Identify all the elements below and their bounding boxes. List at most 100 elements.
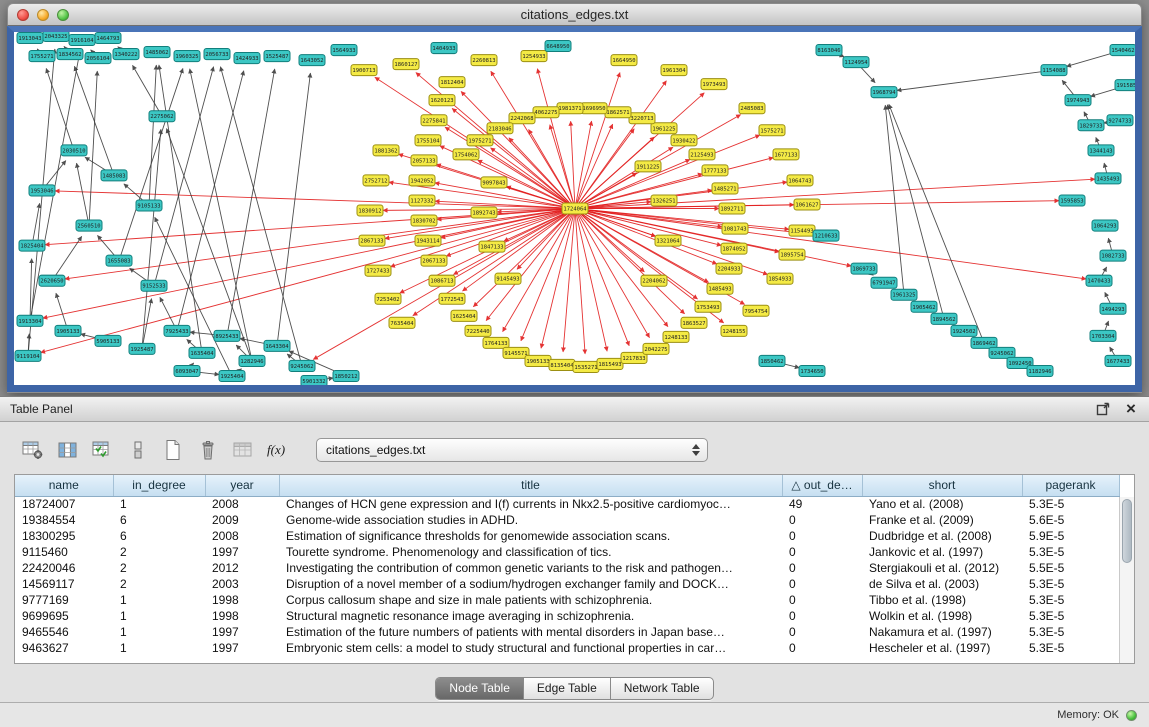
graph-node[interactable]: 1900713 bbox=[351, 65, 377, 76]
table-row[interactable]: 969969511998Structural magnetic resonanc… bbox=[15, 608, 1119, 624]
table-selector-combo[interactable]: citations_edges.txt bbox=[316, 438, 708, 462]
graph-node[interactable]: 5901332 bbox=[301, 375, 327, 385]
graph-node[interactable]: 1485062 bbox=[144, 47, 170, 58]
graph-node[interactable]: 1124954 bbox=[843, 57, 869, 68]
graph-node[interactable]: 1913043 bbox=[17, 33, 43, 44]
graph-node[interactable]: 1620123 bbox=[429, 95, 455, 106]
graph-node[interactable]: 7954754 bbox=[743, 305, 769, 316]
graph-node[interactable]: 2043325 bbox=[43, 32, 69, 42]
column-header-name[interactable]: name bbox=[15, 475, 113, 496]
graph-node[interactable]: 2056104 bbox=[85, 53, 111, 64]
graph-node[interactable]: 1564933 bbox=[331, 45, 357, 56]
graph-node[interactable]: 1862571 bbox=[605, 107, 631, 118]
graph-node[interactable]: 1829733 bbox=[1078, 120, 1104, 131]
graph-node[interactable]: 1874052 bbox=[721, 243, 747, 254]
graph-node[interactable]: 2042275 bbox=[643, 343, 669, 354]
graph-node[interactable]: 1905133 bbox=[55, 325, 81, 336]
graph-node[interactable]: 7225440 bbox=[465, 325, 491, 336]
window-titlebar[interactable]: citations_edges.txt bbox=[7, 3, 1142, 26]
graph-node[interactable]: 1254933 bbox=[521, 51, 547, 62]
graph-node[interactable]: 1953046 bbox=[29, 185, 55, 196]
graph-node[interactable]: 1895754 bbox=[779, 249, 805, 260]
graph-node[interactable]: 9274733 bbox=[1107, 115, 1133, 126]
graph-node[interactable]: 1703304 bbox=[1090, 330, 1116, 341]
graph-node[interactable]: 6093047 bbox=[174, 365, 200, 376]
graph-node[interactable]: 1930422 bbox=[671, 135, 697, 146]
graph-node[interactable]: 9105133 bbox=[136, 200, 162, 211]
column-header-in-degree[interactable]: in_degree bbox=[113, 475, 205, 496]
graph-node[interactable]: 5905133 bbox=[95, 335, 121, 346]
graph-node[interactable]: 1850212 bbox=[333, 370, 359, 381]
graph-node[interactable]: 1961225 bbox=[651, 123, 677, 134]
graph-node[interactable]: 1655083 bbox=[106, 255, 132, 266]
network-canvas[interactable]: 1724064181240416201232275841175510420571… bbox=[14, 32, 1135, 385]
function-builder-button[interactable]: f(x) bbox=[265, 437, 291, 463]
graph-node[interactable]: 9119104 bbox=[15, 350, 41, 361]
graph-node[interactable]: 2867133 bbox=[359, 235, 385, 246]
graph-node[interactable]: 2275841 bbox=[421, 115, 447, 126]
tab-network-table[interactable]: Network Table bbox=[611, 678, 713, 699]
graph-node[interactable]: 1154088 bbox=[1041, 65, 1067, 76]
row-tools-button[interactable] bbox=[125, 437, 151, 463]
graph-node[interactable]: 1424933 bbox=[234, 53, 260, 64]
graph-node[interactable]: 2620650 bbox=[39, 275, 65, 286]
graph-node[interactable]: 7253402 bbox=[375, 293, 401, 304]
graph-node[interactable]: 1830702 bbox=[411, 215, 437, 226]
graph-node[interactable]: 1282946 bbox=[239, 355, 265, 366]
graph-node[interactable]: 1494293 bbox=[1100, 303, 1126, 314]
show-columns-button[interactable] bbox=[55, 437, 81, 463]
graph-node[interactable]: 1815493 bbox=[597, 358, 623, 369]
create-column-button[interactable] bbox=[160, 437, 186, 463]
graph-node[interactable]: 1777133 bbox=[702, 165, 728, 176]
graph-node[interactable]: 2275062 bbox=[149, 111, 175, 122]
table-row[interactable]: 1938455462009Genome-wide association stu… bbox=[15, 512, 1119, 528]
graph-node[interactable]: 1485271 bbox=[712, 183, 738, 194]
graph-node[interactable]: 1595853 bbox=[1059, 195, 1085, 206]
graph-node[interactable]: 1643304 bbox=[264, 340, 290, 351]
graph-node[interactable]: 1734650 bbox=[799, 365, 825, 376]
graph-node[interactable]: 1754062 bbox=[453, 149, 479, 160]
graph-node[interactable]: 1248155 bbox=[721, 325, 747, 336]
graph-node[interactable]: 1625404 bbox=[451, 310, 477, 321]
graph-node[interactable]: 1525487 bbox=[264, 51, 290, 62]
close-window-button[interactable] bbox=[17, 9, 29, 21]
graph-node[interactable]: 1340222 bbox=[113, 49, 139, 60]
graph-node[interactable]: 1540462 bbox=[1110, 45, 1135, 56]
graph-node[interactable]: 1973493 bbox=[701, 79, 727, 90]
graph-node[interactable]: 1968794 bbox=[871, 87, 897, 98]
graph-node[interactable]: 1755271 bbox=[29, 51, 55, 62]
table-row[interactable]: 911546021997Tourette syndrome. Phenomeno… bbox=[15, 544, 1119, 560]
graph-node[interactable]: 1894562 bbox=[931, 313, 957, 324]
table-settings-button[interactable] bbox=[20, 437, 46, 463]
graph-node[interactable]: 1643052 bbox=[299, 55, 325, 66]
graph-node[interactable]: 1635404 bbox=[189, 347, 215, 358]
graph-node[interactable]: 1892711 bbox=[719, 203, 745, 214]
graph-node[interactable]: 1943114 bbox=[415, 235, 441, 246]
graph-node[interactable]: 1905462 bbox=[911, 301, 937, 312]
graph-node[interactable]: 1850462 bbox=[759, 355, 785, 366]
graph-node[interactable]: 7635404 bbox=[389, 317, 415, 328]
graph-node[interactable]: 1664950 bbox=[611, 55, 637, 66]
graph-node[interactable]: 1470433 bbox=[1086, 275, 1112, 286]
graph-node[interactable]: 1942052 bbox=[409, 175, 435, 186]
graph-node[interactable]: 1535271 bbox=[573, 361, 599, 372]
graph-node[interactable]: 7925433 bbox=[164, 325, 190, 336]
graph-node[interactable]: 1248133 bbox=[663, 331, 689, 342]
graph-node[interactable]: 2057133 bbox=[411, 155, 437, 166]
graph-node[interactable]: 1182946 bbox=[1027, 365, 1053, 376]
graph-node[interactable]: 1834562 bbox=[57, 49, 83, 60]
graph-node[interactable]: 2752712 bbox=[363, 175, 389, 186]
table-row[interactable]: 1872400712008Changes of HCN gene express… bbox=[15, 496, 1119, 512]
graph-node[interactable]: 1960325 bbox=[174, 51, 200, 62]
graph-node[interactable]: 2067133 bbox=[421, 255, 447, 266]
graph-node[interactable]: 1925487 bbox=[129, 343, 155, 354]
graph-node[interactable]: 1854933 bbox=[767, 273, 793, 284]
graph-node[interactable]: 3220713 bbox=[629, 113, 655, 124]
graph-node[interactable]: 1217833 bbox=[621, 352, 647, 363]
graph-node[interactable]: 1755104 bbox=[415, 135, 441, 146]
import-table-button[interactable] bbox=[230, 437, 256, 463]
graph-node[interactable]: 1127332 bbox=[409, 195, 435, 206]
graph-node[interactable]: 1812404 bbox=[439, 77, 465, 88]
tab-edge-table[interactable]: Edge Table bbox=[524, 678, 611, 699]
graph-node[interactable]: 1696950 bbox=[581, 103, 607, 114]
